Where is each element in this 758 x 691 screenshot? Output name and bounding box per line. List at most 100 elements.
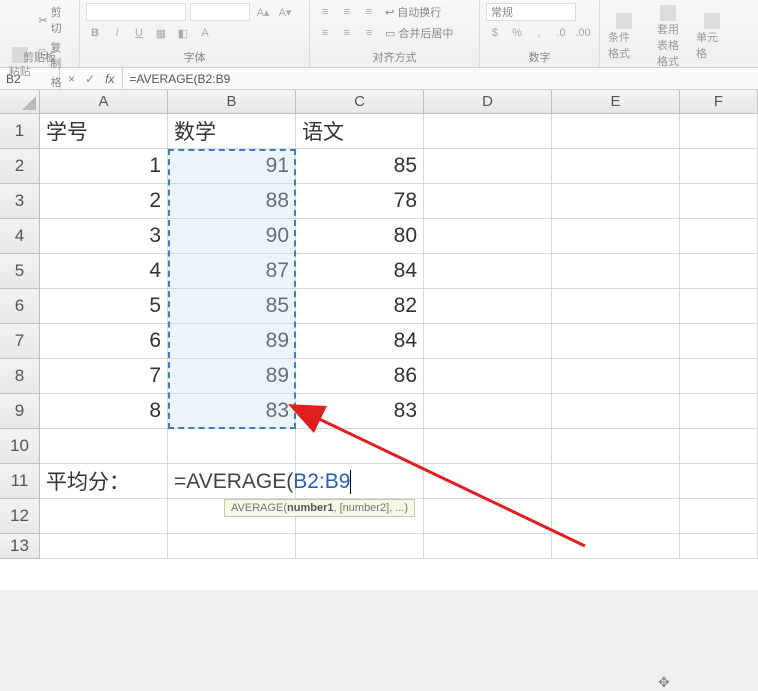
col-header-d[interactable]: D [424, 90, 552, 114]
cell-e6[interactable] [552, 289, 680, 324]
cell-a4[interactable]: 3 [40, 219, 168, 254]
font-size-select[interactable] [190, 3, 250, 21]
underline-button[interactable]: U [130, 24, 148, 42]
cell-d6[interactable] [424, 289, 552, 324]
row-header-7[interactable]: 7 [0, 324, 40, 359]
cell-c10[interactable] [296, 429, 424, 464]
cell-d1[interactable] [424, 114, 552, 149]
cell-e1[interactable] [552, 114, 680, 149]
fill-color-button[interactable]: ◧ [174, 24, 192, 42]
currency-button[interactable]: $ [486, 24, 504, 42]
cell-e9[interactable] [552, 394, 680, 429]
col-header-f[interactable]: F [680, 90, 758, 114]
align-bottom-button[interactable]: ≡ [360, 3, 378, 21]
cell-d5[interactable] [424, 254, 552, 289]
table-format-button[interactable]: 套用 表格格式 [650, 3, 686, 71]
cell-a7[interactable]: 6 [40, 324, 168, 359]
decrease-decimal-button[interactable]: .00 [574, 24, 592, 42]
cell-f1[interactable] [680, 114, 758, 149]
bold-button[interactable]: B [86, 24, 104, 42]
cell-d2[interactable] [424, 149, 552, 184]
row-header-5[interactable]: 5 [0, 254, 40, 289]
cell-d10[interactable] [424, 429, 552, 464]
decrease-font-button[interactable]: A▾ [276, 3, 294, 21]
border-button[interactable]: ▦ [152, 24, 170, 42]
cell-e10[interactable] [552, 429, 680, 464]
cell-c4[interactable]: 80 [296, 219, 424, 254]
cell-c13[interactable] [296, 534, 424, 559]
cell-f3[interactable] [680, 184, 758, 219]
cell-f2[interactable] [680, 149, 758, 184]
cell-f5[interactable] [680, 254, 758, 289]
col-header-e[interactable]: E [552, 90, 680, 114]
row-header-1[interactable]: 1 [0, 114, 40, 149]
cell-e12[interactable] [552, 499, 680, 534]
cell-d11[interactable] [424, 464, 552, 499]
cell-b8[interactable]: 89 [168, 359, 296, 394]
cell-d13[interactable] [424, 534, 552, 559]
cell-c2[interactable]: 85 [296, 149, 424, 184]
row-header-9[interactable]: 9 [0, 394, 40, 429]
cell-a9[interactable]: 8 [40, 394, 168, 429]
percent-button[interactable]: % [508, 24, 526, 42]
cell-c6[interactable]: 82 [296, 289, 424, 324]
cell-d9[interactable] [424, 394, 552, 429]
wrap-text-button[interactable]: ↩ 自动换行 [382, 3, 444, 21]
formula-editing-overlay[interactable]: =AVERAGE(B2:B9 [168, 464, 351, 499]
cell-b1[interactable]: 数学 [168, 114, 296, 149]
italic-button[interactable]: I [108, 24, 126, 42]
cell-d7[interactable] [424, 324, 552, 359]
cell-a13[interactable] [40, 534, 168, 559]
cell-b13[interactable] [168, 534, 296, 559]
cell-f13[interactable] [680, 534, 758, 559]
cell-a10[interactable] [40, 429, 168, 464]
cell-b2[interactable]: 91 [168, 149, 296, 184]
cell-f11[interactable] [680, 464, 758, 499]
cell-d8[interactable] [424, 359, 552, 394]
cell-c7[interactable]: 84 [296, 324, 424, 359]
cell-f12[interactable] [680, 499, 758, 534]
confirm-formula-button[interactable]: ✓ [85, 72, 95, 86]
cell-e2[interactable] [552, 149, 680, 184]
cell-b6[interactable]: 85 [168, 289, 296, 324]
cut-button[interactable]: ✂ 剪切 [35, 3, 73, 37]
cell-c5[interactable]: 84 [296, 254, 424, 289]
cell-d3[interactable] [424, 184, 552, 219]
cell-c9[interactable]: 83 [296, 394, 424, 429]
align-center-button[interactable]: ≡ [338, 24, 356, 42]
row-header-3[interactable]: 3 [0, 184, 40, 219]
cell-d12[interactable] [424, 499, 552, 534]
cell-b7[interactable]: 89 [168, 324, 296, 359]
cell-f4[interactable] [680, 219, 758, 254]
increase-font-button[interactable]: A▴ [254, 3, 272, 21]
cell-e8[interactable] [552, 359, 680, 394]
col-header-c[interactable]: C [296, 90, 424, 114]
cell-b5[interactable]: 87 [168, 254, 296, 289]
cell-b9[interactable]: 83 [168, 394, 296, 429]
cell-b4[interactable]: 90 [168, 219, 296, 254]
formula-input[interactable]: =AVERAGE(B2:B9 [123, 68, 758, 89]
cell-a5[interactable]: 4 [40, 254, 168, 289]
row-header-13[interactable]: 13 [0, 534, 40, 559]
row-header-12[interactable]: 12 [0, 499, 40, 534]
cell-e3[interactable] [552, 184, 680, 219]
align-right-button[interactable]: ≡ [360, 24, 378, 42]
font-color-button[interactable]: A [196, 24, 214, 42]
row-header-4[interactable]: 4 [0, 219, 40, 254]
cell-f10[interactable] [680, 429, 758, 464]
col-header-a[interactable]: A [40, 90, 168, 114]
align-top-button[interactable]: ≡ [316, 3, 334, 21]
row-header-8[interactable]: 8 [0, 359, 40, 394]
align-left-button[interactable]: ≡ [316, 24, 334, 42]
row-header-11[interactable]: 11 [0, 464, 40, 499]
cell-b10[interactable] [168, 429, 296, 464]
cell-a1[interactable]: 学号 [40, 114, 168, 149]
cell-e4[interactable] [552, 219, 680, 254]
cell-c1[interactable]: 语文 [296, 114, 424, 149]
cell-d4[interactable] [424, 219, 552, 254]
row-header-10[interactable]: 10 [0, 429, 40, 464]
number-format-select[interactable]: 常规 [486, 3, 576, 21]
increase-decimal-button[interactable]: .0 [552, 24, 570, 42]
cell-styles-button[interactable]: 单元格 [694, 3, 730, 71]
cell-a2[interactable]: 1 [40, 149, 168, 184]
